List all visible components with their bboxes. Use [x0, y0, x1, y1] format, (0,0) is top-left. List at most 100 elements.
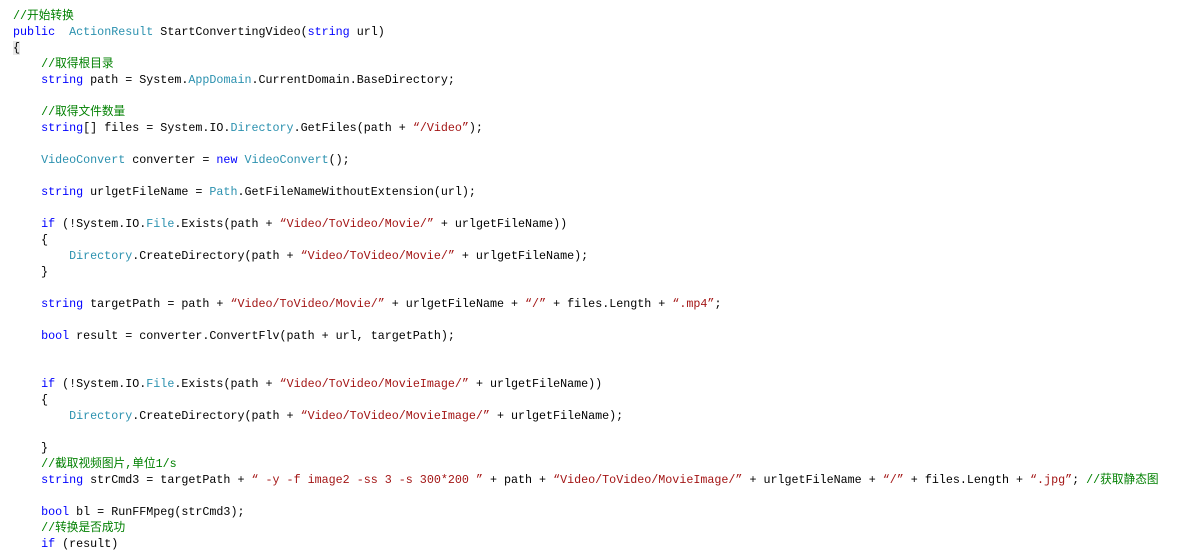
code-line[interactable]: [13, 280, 1159, 296]
code-token: + urlgetFileName);: [454, 249, 589, 263]
code-token: bl = RunFFMpeg(strCmd3);: [69, 505, 245, 519]
type-token: ActionResult: [69, 25, 154, 39]
code-token: .Exists(path +: [174, 377, 280, 391]
code-token: targetPath = path +: [83, 297, 231, 311]
code-line[interactable]: Directory.CreateDirectory(path + “Video/…: [13, 248, 1159, 264]
code-token: ();: [328, 153, 350, 167]
code-line[interactable]: [13, 200, 1159, 216]
code-token: StartConvertingVideo(: [153, 25, 308, 39]
string-token: “Video/ToVideo/MovieImage/”: [279, 377, 469, 391]
comment-token: //开始转换: [13, 9, 74, 23]
code-line[interactable]: //取得文件数量: [13, 104, 1159, 120]
code-line[interactable]: //取得根目录: [13, 56, 1159, 72]
type-token: VideoConvert: [244, 153, 329, 167]
type-token: VideoConvert: [41, 153, 126, 167]
keyword-token: string: [41, 185, 84, 199]
comment-token: //截取视频图片,单位1/s: [41, 457, 177, 471]
string-token: “Video/ToVideo/Movie/”: [300, 249, 455, 263]
code-line[interactable]: [13, 344, 1159, 360]
code-line[interactable]: [13, 360, 1159, 376]
code-token: .GetFileNameWithoutExtension(url);: [237, 185, 476, 199]
string-token: “.mp4”: [672, 297, 715, 311]
string-token: “/”: [882, 473, 904, 487]
code-line[interactable]: string[] files = System.IO.Directory.Get…: [13, 120, 1159, 136]
code-line[interactable]: {: [13, 392, 1159, 408]
code-token: + urlgetFileName +: [384, 297, 526, 311]
code-token: }: [13, 441, 49, 455]
code-line[interactable]: [13, 88, 1159, 104]
code-token: {: [13, 233, 49, 247]
code-editor[interactable]: //开始转换 public ActionResult StartConvertin…: [13, 8, 1159, 552]
type-token: Path: [209, 185, 238, 199]
code-line[interactable]: {: [13, 232, 1159, 248]
code-token: ;: [1072, 473, 1087, 487]
keyword-token: public: [13, 25, 56, 39]
code-line[interactable]: [13, 136, 1159, 152]
keyword-token: string: [41, 297, 84, 311]
code-token: path = System.: [83, 73, 189, 87]
string-token: “Video/ToVideo/Movie/”: [279, 217, 434, 231]
code-line[interactable]: //截取视频图片,单位1/s: [13, 456, 1159, 472]
code-token: + urlgetFileName)): [433, 217, 568, 231]
code-line[interactable]: [13, 168, 1159, 184]
code-token: }: [13, 265, 49, 279]
type-token: Directory: [69, 409, 133, 423]
code-token: (!System.IO.: [55, 377, 147, 391]
code-line[interactable]: [13, 488, 1159, 504]
code-token: + urlgetFileName)): [468, 377, 603, 391]
code-line[interactable]: string targetPath = path + “Video/ToVide…: [13, 296, 1159, 312]
code-line[interactable]: [13, 312, 1159, 328]
code-line[interactable]: string path = System.AppDomain.CurrentDo…: [13, 72, 1159, 88]
comment-token: //取得文件数量: [41, 105, 126, 119]
code-line[interactable]: [13, 424, 1159, 440]
code-line[interactable]: }: [13, 440, 1159, 456]
code-line[interactable]: bool bl = RunFFMpeg(strCmd3);: [13, 504, 1159, 520]
code-line[interactable]: //转换是否成功: [13, 520, 1159, 536]
code-line[interactable]: if (!System.IO.File.Exists(path + “Video…: [13, 376, 1159, 392]
code-line[interactable]: string urlgetFileName = Path.GetFileName…: [13, 184, 1159, 200]
keyword-token: new: [216, 153, 238, 167]
type-token: AppDomain: [188, 73, 252, 87]
type-token: File: [146, 217, 175, 231]
code-line[interactable]: if (!System.IO.File.Exists(path + “Video…: [13, 216, 1159, 232]
code-line[interactable]: bool result = converter.ConvertFlv(path …: [13, 328, 1159, 344]
keyword-token: string: [41, 73, 84, 87]
string-token: “Video/ToVideo/Movie/”: [230, 297, 385, 311]
code-token: (result): [55, 537, 119, 551]
code-token: ;: [714, 297, 722, 311]
code-line[interactable]: string strCmd3 = targetPath + “ -y -f im…: [13, 472, 1159, 488]
code-token: + files.Length +: [903, 473, 1031, 487]
code-token: [] files = System.IO.: [83, 121, 231, 135]
code-line[interactable]: VideoConvert converter = new VideoConver…: [13, 152, 1159, 168]
code-token: result = converter.ConvertFlv(path + url…: [69, 329, 455, 343]
code-line[interactable]: //开始转换: [13, 8, 1159, 24]
comment-token: //取得根目录: [41, 57, 114, 71]
code-token: );: [468, 121, 483, 135]
code-token: .Exists(path +: [174, 217, 280, 231]
code-token: .GetFiles(path +: [293, 121, 413, 135]
keyword-token: if: [41, 377, 56, 391]
type-token: Directory: [230, 121, 294, 135]
type-token: Directory: [69, 249, 133, 263]
keyword-token: bool: [41, 505, 70, 519]
code-line[interactable]: {: [13, 40, 1159, 56]
code-line[interactable]: public ActionResult StartConvertingVideo…: [13, 24, 1159, 40]
code-token: urlgetFileName =: [83, 185, 210, 199]
keyword-token: if: [41, 537, 56, 551]
code-line[interactable]: }: [13, 264, 1159, 280]
code-line[interactable]: Directory.CreateDirectory(path + “Video/…: [13, 408, 1159, 424]
string-token: “/”: [525, 297, 547, 311]
comment-token: //转换是否成功: [41, 521, 126, 535]
